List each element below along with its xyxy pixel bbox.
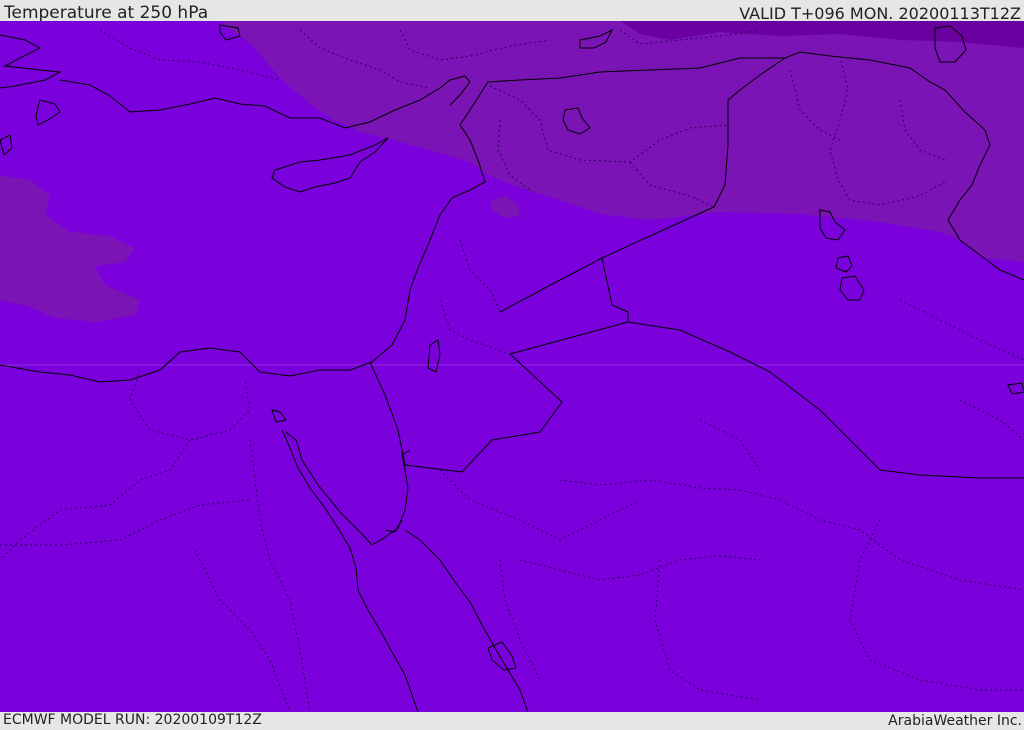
brand-label: ArabiaWeather Inc.	[888, 713, 1022, 729]
model-run-label: ECMWF MODEL RUN: 20200109T12Z	[3, 712, 262, 728]
footer-bar: ECMWF MODEL RUN: 20200109T12Z ArabiaWeat…	[0, 712, 1024, 729]
weather-map[interactable]	[0, 21, 1024, 712]
header-bar: Temperature at 250 hPa VALID T+096 MON. …	[0, 0, 1024, 23]
map-title: Temperature at 250 hPa	[4, 3, 209, 23]
map-canvas	[0, 21, 1024, 712]
